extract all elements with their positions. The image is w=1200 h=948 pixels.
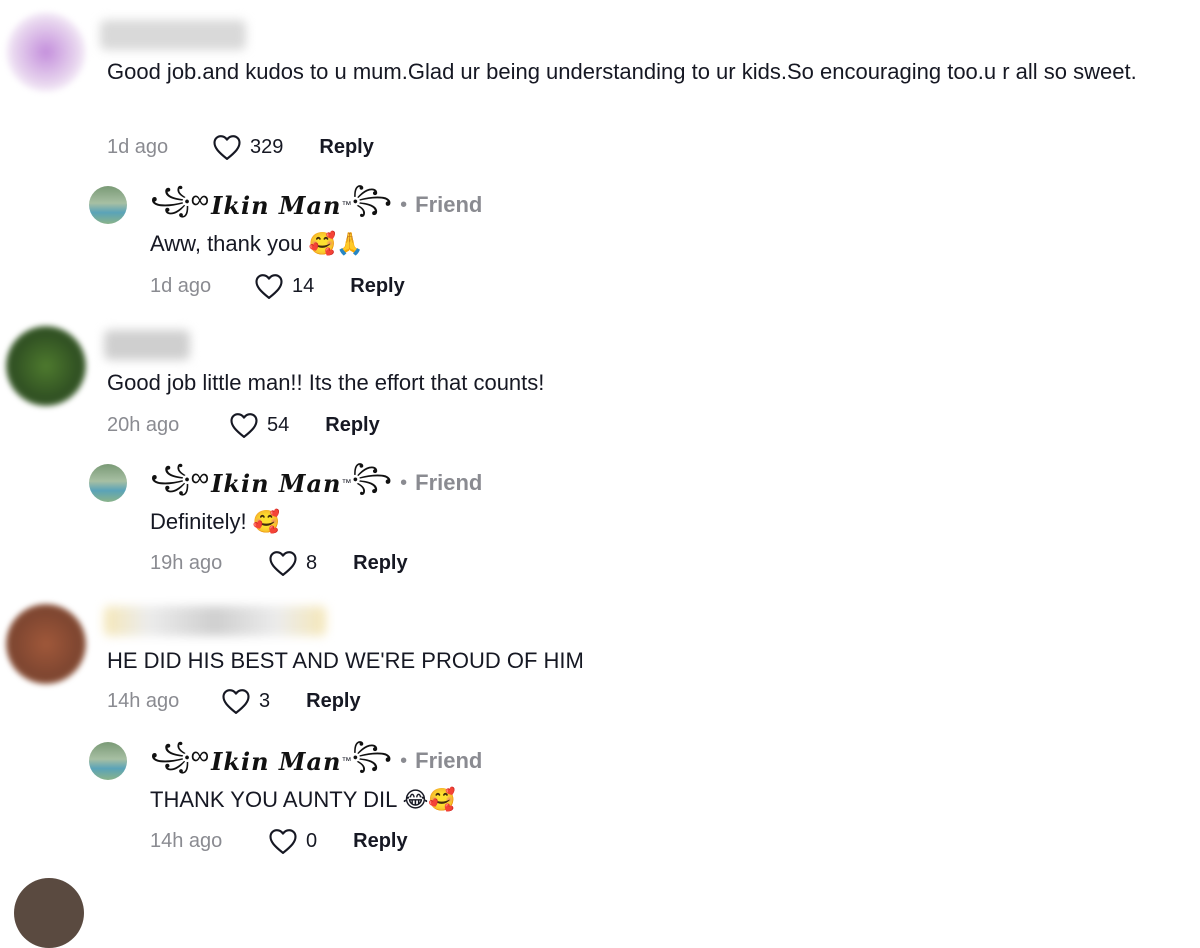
separator-dot: •: [400, 749, 408, 772]
like-count: 3: [259, 689, 271, 712]
author-name[interactable]: Ikin Man: [211, 469, 341, 498]
comment-text: Good job.and kudos to u mum.Glad ur bein…: [107, 59, 1137, 84]
like-count: 54: [267, 413, 290, 436]
like-button[interactable]: 329: [212, 133, 283, 161]
friend-badge: Friend: [415, 748, 483, 773]
reply-meta: 1d ago 14 Reply: [150, 271, 405, 301]
author-name[interactable]: Ikin Man: [211, 747, 341, 776]
heart-outline-icon: [269, 551, 297, 576]
comment-meta: 1d ago 329 Reply: [107, 132, 374, 162]
comment-meta: 14h ago 3 Reply: [107, 686, 361, 716]
like-count: 14: [292, 274, 315, 297]
swirl-left-icon: ꧁∞: [150, 183, 210, 214]
trademark-mark: ™: [341, 199, 352, 211]
separator-dot: •: [400, 193, 408, 216]
like-button[interactable]: 54: [229, 411, 289, 439]
reply-button[interactable]: Reply: [325, 414, 379, 437]
swirl-right-icon: ꧂: [351, 739, 393, 770]
reply-text: Definitely! 🥰: [150, 509, 281, 534]
reply-comment: ꧁∞ Ikin Man ™ ꧂ • Friend Aww, thank you …: [0, 180, 1200, 310]
reply-button[interactable]: Reply: [353, 830, 407, 853]
avatar[interactable]: [6, 326, 86, 406]
timestamp: 19h ago: [150, 551, 223, 574]
reply-button[interactable]: Reply: [319, 136, 373, 159]
username-blurred[interactable]: [104, 606, 326, 636]
separator-dot: •: [400, 471, 408, 494]
trademark-mark: ™: [341, 477, 352, 489]
timestamp: 14h ago: [150, 829, 223, 852]
heart-outline-icon: [222, 689, 250, 714]
reply-author-row: ꧁∞ Ikin Man ™ ꧂ • Friend: [150, 184, 483, 222]
reply-meta: 19h ago 8 Reply: [150, 548, 408, 578]
timestamp: 20h ago: [107, 413, 180, 436]
avatar-partial[interactable]: [14, 878, 84, 948]
reply-meta: 14h ago 0 Reply: [150, 826, 408, 856]
like-count: 329: [250, 135, 284, 158]
friend-badge: Friend: [415, 470, 483, 495]
username-blurred[interactable]: [104, 330, 190, 360]
reply-button[interactable]: Reply: [350, 275, 404, 298]
heart-outline-icon: [255, 274, 283, 299]
heart-outline-icon: [269, 829, 297, 854]
swirl-right-icon: ꧂: [351, 461, 393, 492]
comment: Good job.and kudos to u mum.Glad ur bein…: [0, 0, 1200, 170]
reply-comment: ꧁∞ Ikin Man ™ ꧂ • Friend Definitely! 🥰 1…: [0, 458, 1200, 588]
comment: Good job little man!! Its the effort tha…: [0, 318, 1200, 448]
avatar[interactable]: [6, 12, 86, 92]
timestamp: 1d ago: [150, 274, 212, 297]
friend-badge: Friend: [415, 192, 483, 217]
avatar[interactable]: [6, 604, 86, 684]
avatar[interactable]: [89, 742, 127, 780]
like-button[interactable]: 14: [254, 272, 314, 300]
timestamp: 1d ago: [107, 135, 169, 158]
avatar[interactable]: [89, 186, 127, 224]
avatar[interactable]: [89, 464, 127, 502]
reply-text: Aww, thank you 🥰🙏: [150, 231, 364, 256]
like-button[interactable]: 0: [268, 827, 317, 855]
swirl-left-icon: ꧁∞: [150, 461, 210, 492]
reply-button[interactable]: Reply: [353, 552, 407, 575]
username-blurred[interactable]: [100, 20, 246, 50]
comment-text: HE DID HIS BEST AND WE'RE PROUD OF HIM: [107, 648, 584, 673]
reply-button[interactable]: Reply: [306, 690, 360, 713]
heart-outline-icon: [213, 135, 241, 160]
reply-author-row: ꧁∞ Ikin Man ™ ꧂ • Friend: [150, 462, 483, 500]
comment-text: Good job little man!! Its the effort tha…: [107, 370, 545, 395]
reply-comment: ꧁∞ Ikin Man ™ ꧂ • Friend THANK YOU AUNTY…: [0, 736, 1200, 866]
like-button[interactable]: 8: [268, 549, 317, 577]
comment: HE DID HIS BEST AND WE'RE PROUD OF HIM 1…: [0, 596, 1200, 726]
reply-author-row: ꧁∞ Ikin Man ™ ꧂ • Friend: [150, 740, 483, 778]
swirl-left-icon: ꧁∞: [150, 739, 210, 770]
like-count: 8: [306, 551, 318, 574]
swirl-right-icon: ꧂: [351, 183, 393, 214]
comment-meta: 20h ago 54 Reply: [107, 410, 380, 440]
author-name[interactable]: Ikin Man: [211, 191, 341, 220]
heart-outline-icon: [230, 413, 258, 438]
reply-text: THANK YOU AUNTY DIL 😂🥰: [150, 787, 456, 812]
trademark-mark: ™: [341, 755, 352, 767]
like-count: 0: [306, 829, 318, 852]
timestamp: 14h ago: [107, 689, 180, 712]
like-button[interactable]: 3: [221, 687, 270, 715]
